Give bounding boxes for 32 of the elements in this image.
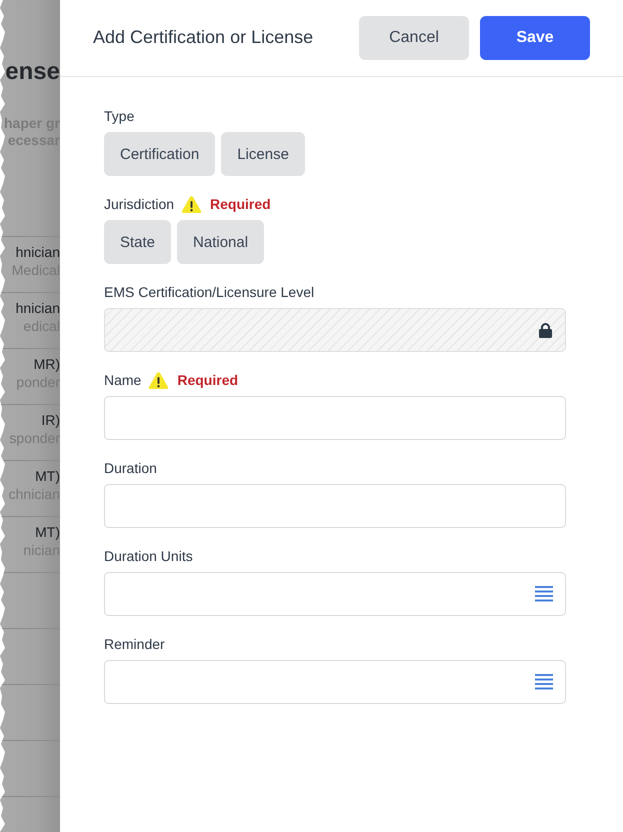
cancel-button[interactable]: Cancel bbox=[359, 16, 469, 60]
select-field[interactable] bbox=[104, 660, 566, 704]
list-icon bbox=[535, 674, 553, 690]
list-item-title: MR) bbox=[34, 355, 60, 373]
required-warning: Required bbox=[210, 196, 271, 212]
toggle-button[interactable]: License bbox=[221, 132, 305, 176]
field-label: Duration Units bbox=[104, 548, 193, 564]
input-field[interactable] bbox=[104, 484, 566, 528]
page-heading: ense bbox=[5, 57, 60, 87]
list-item-title: hnician bbox=[16, 243, 60, 261]
warning-icon bbox=[148, 370, 170, 390]
toggle-button[interactable]: National bbox=[177, 220, 264, 264]
toggle-button[interactable]: State bbox=[104, 220, 172, 264]
list-item-title: MT) bbox=[35, 523, 60, 541]
field-label: Type bbox=[104, 108, 134, 124]
panel-title: Add Certification or License bbox=[93, 27, 314, 48]
list-icon bbox=[535, 586, 553, 602]
toggle-button[interactable]: Certification bbox=[104, 132, 216, 176]
warning-icon bbox=[181, 194, 202, 214]
input-field[interactable] bbox=[104, 396, 566, 440]
field-label: Reminder bbox=[104, 636, 165, 652]
list-item-title: hnician bbox=[16, 299, 60, 317]
field-label: Jurisdiction bbox=[104, 196, 174, 212]
field-label: EMS Certification/Licensure Level bbox=[104, 284, 314, 300]
list-item-title: IR) bbox=[41, 411, 60, 429]
field-label: Duration bbox=[104, 460, 157, 476]
select-field[interactable] bbox=[104, 572, 566, 616]
field-label: Name bbox=[104, 372, 142, 388]
list-item-title: MT) bbox=[35, 467, 60, 485]
save-button[interactable]: Save bbox=[480, 16, 590, 60]
lock-icon bbox=[539, 322, 552, 338]
required-warning: Required bbox=[177, 372, 238, 388]
